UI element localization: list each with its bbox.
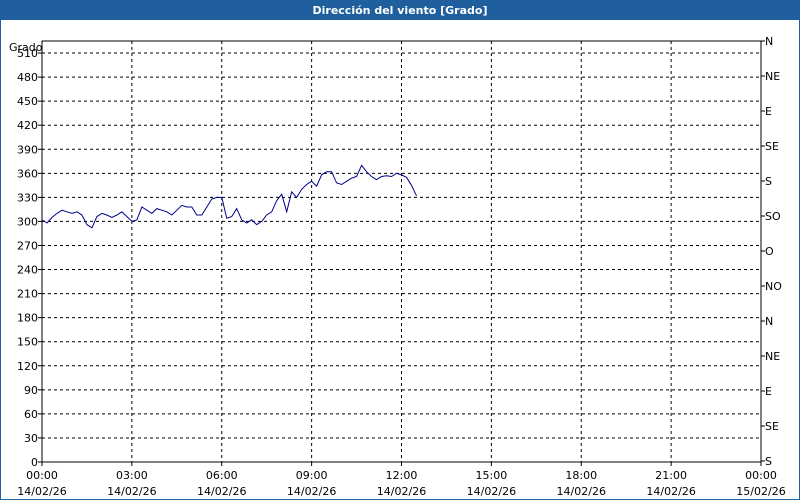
y-axis-right-compass: N NE E SE S SO O NO N NE E SE S (761, 35, 782, 468)
y-tick-label: 270 (17, 239, 38, 252)
compass-label: SO (765, 210, 781, 223)
grid-lines (42, 41, 761, 462)
y-tick-label: 180 (17, 312, 38, 325)
y-tick-label: 300 (17, 215, 38, 228)
x-tick-time-label: 00:00 (26, 469, 58, 482)
compass-label: NE (765, 350, 780, 363)
x-tick-time-label: 21:00 (655, 469, 687, 482)
compass-label: SE (765, 420, 779, 433)
compass-label: E (765, 105, 772, 118)
x-tick-time-label: 12:00 (386, 469, 418, 482)
y-tick-label: 390 (17, 143, 38, 156)
x-tick-time-label: 03:00 (116, 469, 148, 482)
y-tick-label: 90 (24, 384, 38, 397)
y-tick-label: 30 (24, 432, 38, 445)
x-tick-date-label: 14/02/26 (646, 485, 695, 498)
y-tick-label: 0 (31, 456, 38, 469)
y-tick-label: 150 (17, 336, 38, 349)
compass-label: NE (765, 70, 780, 83)
y-tick-label: 240 (17, 264, 38, 277)
x-tick-date-label: 14/02/26 (107, 485, 156, 498)
compass-label: O (765, 245, 774, 258)
y-tick-label: 60 (24, 408, 38, 421)
wind-direction-chart: Grado 0306090120150180210240270300330360… (9, 35, 786, 498)
x-tick-time-label: 06:00 (206, 469, 238, 482)
x-tick-date-label: 14/02/26 (287, 485, 336, 498)
x-tick-date-label: 14/02/26 (17, 485, 66, 498)
y-tick-label: 360 (17, 167, 38, 180)
y-axis-left: 0 30 60 90 120 150 180 210 240 270 300 330 360 390 420… (17, 47, 42, 469)
y-tick-label: 510 (17, 47, 38, 60)
y-tick-label: 450 (17, 95, 38, 108)
y-tick-label: 480 (17, 71, 38, 84)
y-tick-label: 420 (17, 119, 38, 132)
compass-label: S (765, 455, 772, 468)
x-tick-date-label: 14/02/26 (557, 485, 606, 498)
compass-label: NO (765, 280, 782, 293)
x-tick-date-label: 15/02/26 (736, 485, 785, 498)
wind-direction-series-line (41, 164, 417, 229)
x-tick-time-label: 18:00 (565, 469, 597, 482)
compass-label: S (765, 175, 772, 188)
x-axis: 00:00 14/02/26 03:00 14/02/26 06:00 14/02/26 0… (17, 462, 786, 498)
x-tick-time-label: 00:00 (745, 469, 777, 482)
x-tick-date-label: 14/02/26 (377, 485, 426, 498)
compass-label: N (765, 315, 773, 328)
compass-label: N (765, 35, 773, 48)
x-tick-date-label: 14/02/26 (197, 485, 246, 498)
compass-label: SE (765, 140, 779, 153)
compass-label: E (765, 385, 772, 398)
y-tick-label: 210 (17, 288, 38, 301)
y-tick-label: 120 (17, 360, 38, 373)
x-tick-date-label: 14/02/26 (467, 485, 516, 498)
x-tick-time-label: 09:00 (296, 469, 328, 482)
y-tick-label: 330 (17, 191, 38, 204)
x-tick-time-label: 15:00 (476, 469, 508, 482)
chart-window: Dirección del viento [Grado] Grado 0 30 60… (0, 0, 800, 500)
